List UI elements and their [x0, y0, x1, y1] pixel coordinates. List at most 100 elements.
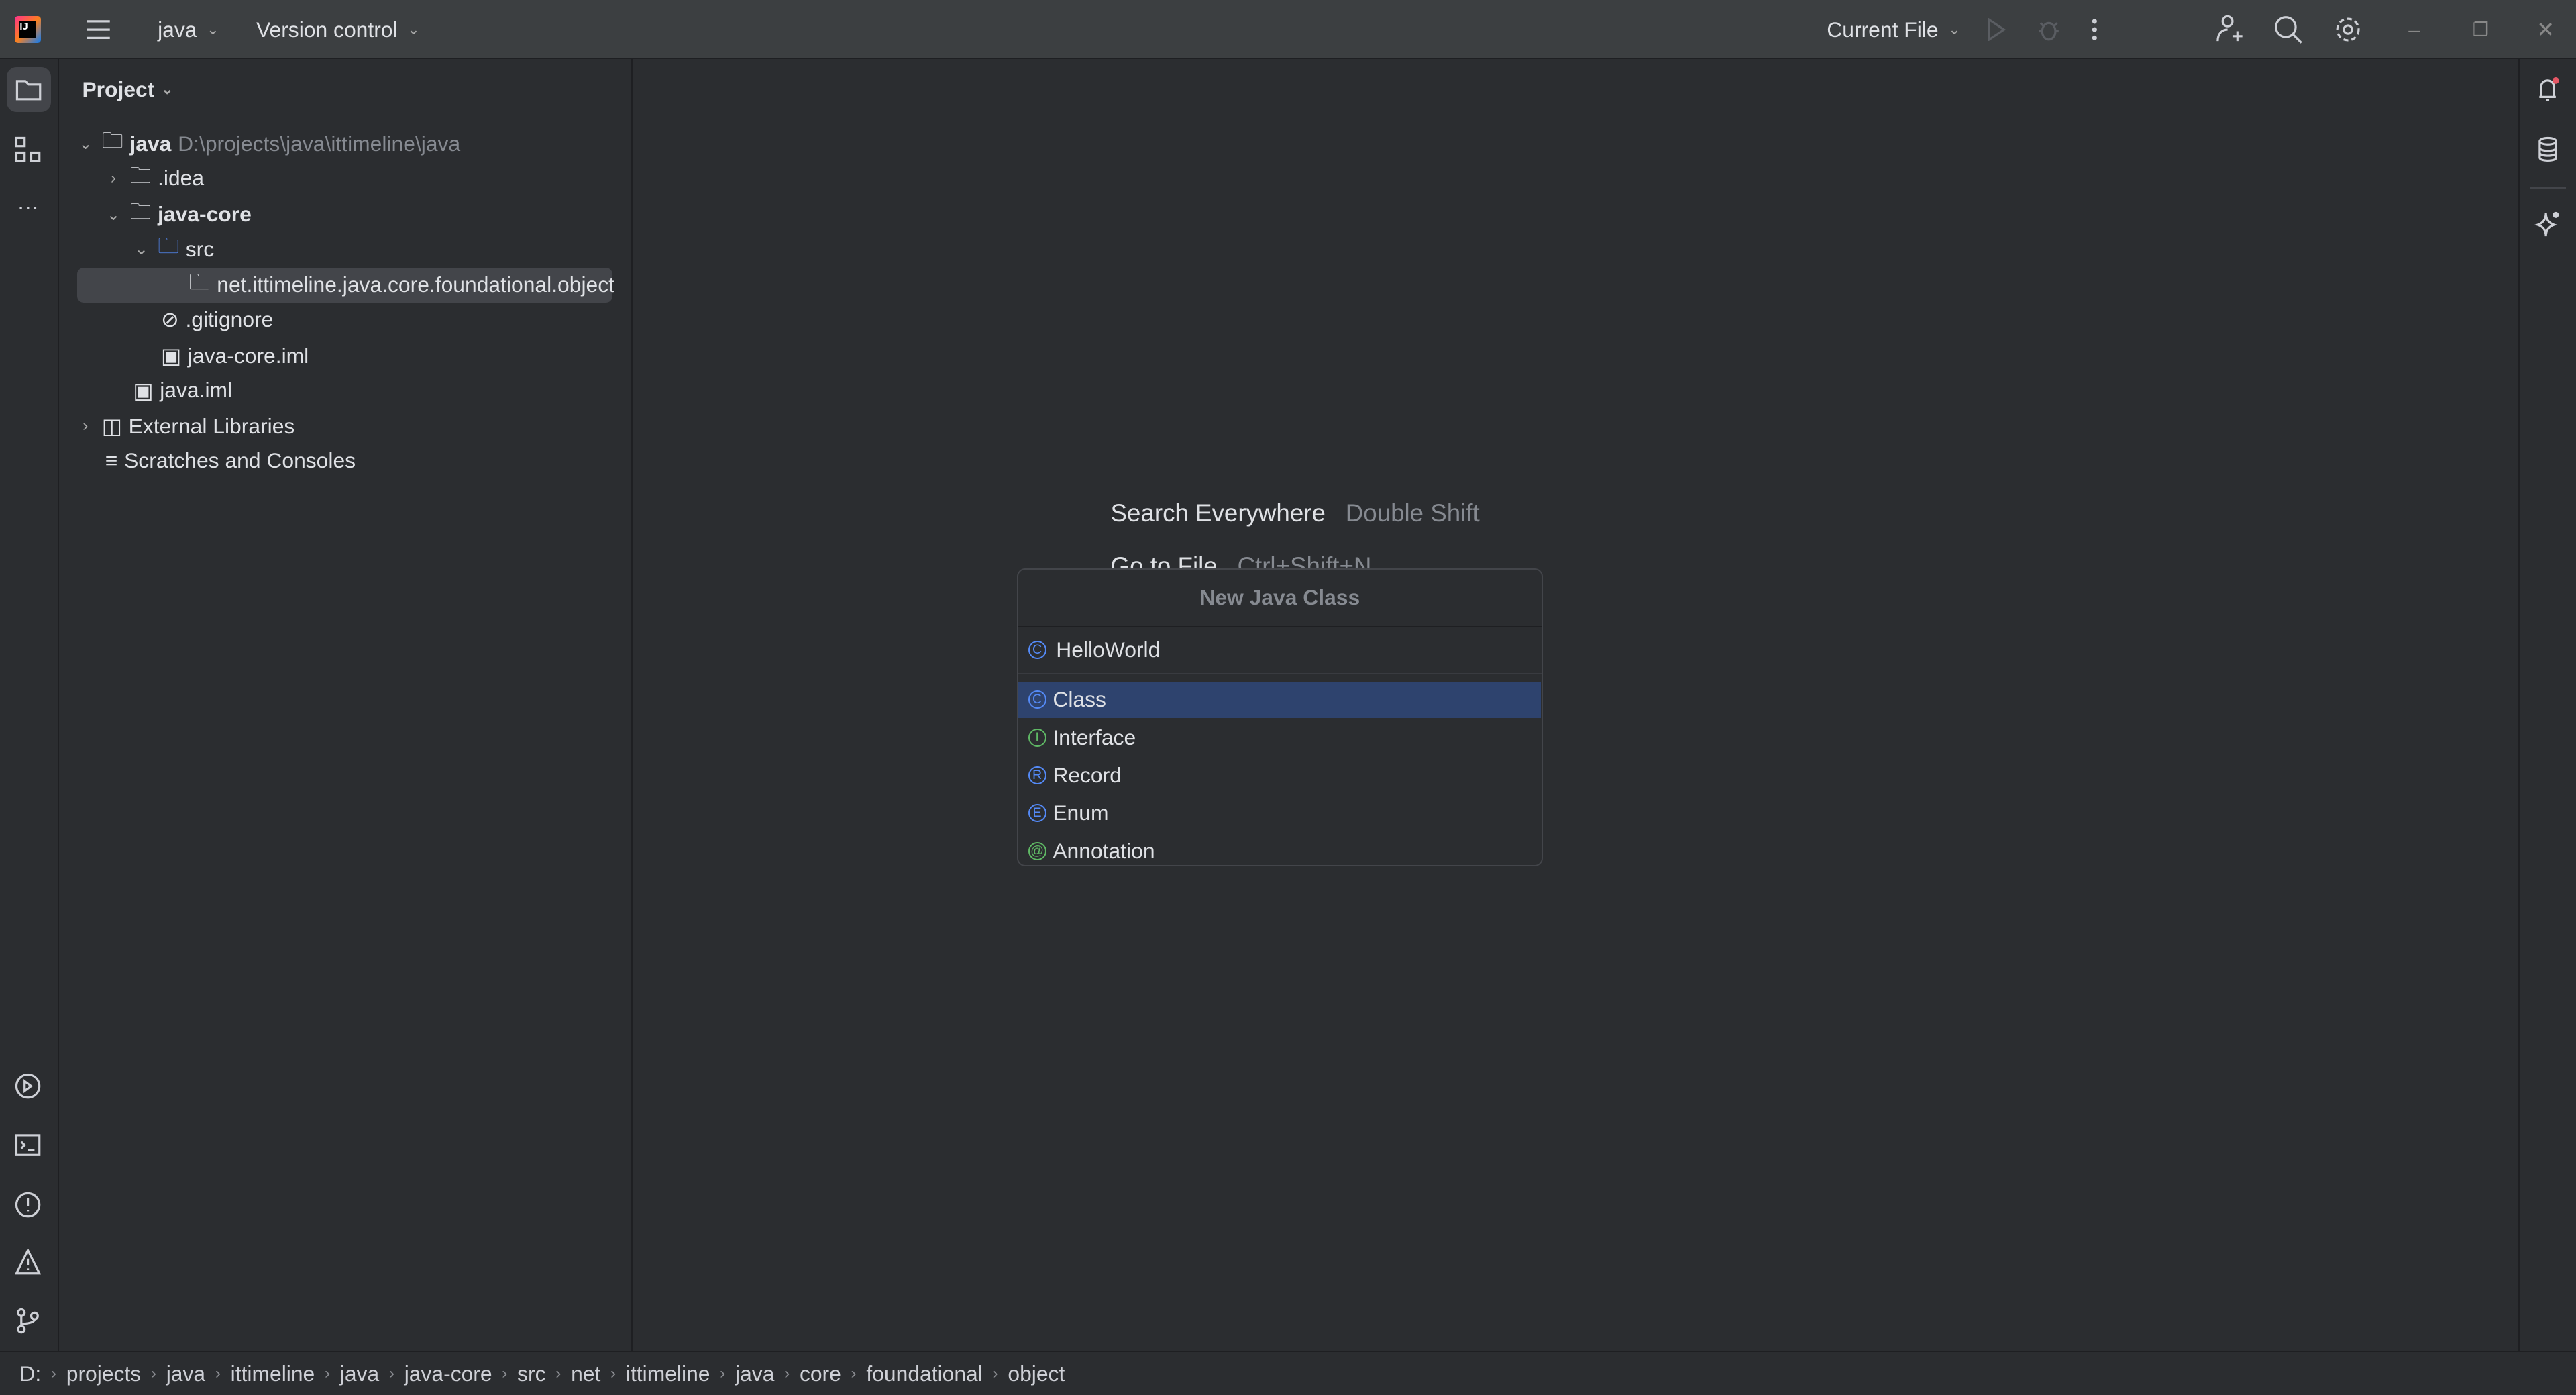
- package-icon: 🗀: [189, 269, 211, 294]
- ignored-file-icon: ⊘: [160, 307, 179, 332]
- project-selector[interactable]: java ⌄: [158, 0, 219, 59]
- tree-item-java-iml[interactable]: ▣ java.iml: [133, 373, 232, 407]
- scratches-icon: ≡: [105, 448, 118, 473]
- tree-label: Scratches and Consoles: [124, 448, 356, 473]
- more-actions-icon[interactable]: [2090, 0, 2100, 59]
- option-label: Enum: [1053, 800, 1109, 825]
- breadcrumb-item[interactable]: foundational: [866, 1361, 982, 1386]
- vcs-menu[interactable]: Version control ⌄: [256, 0, 420, 59]
- tree-item-java-core[interactable]: ⌄ 🗀 java-core: [103, 197, 252, 231]
- notifications-bell-icon[interactable]: [2531, 74, 2564, 107]
- run-icon[interactable]: [1984, 0, 2007, 59]
- kind-option-annotation[interactable]: @ Annotation: [1018, 833, 1541, 864]
- tree-label: External Libraries: [128, 413, 295, 438]
- project-tool-folder-icon[interactable]: [6, 67, 51, 112]
- chevron-right-icon: ›: [150, 1364, 157, 1383]
- tree-item-idea[interactable]: › 🗀 .idea: [103, 161, 204, 195]
- search-icon[interactable]: [2273, 0, 2303, 59]
- git-branch-icon[interactable]: [11, 1304, 44, 1337]
- chevron-down-icon: ⌄: [1948, 21, 1961, 38]
- breadcrumb-item[interactable]: D:: [19, 1361, 41, 1386]
- editor-area: Search Everywhere Double Shift Go to Fil…: [632, 59, 2519, 1351]
- module-folder-icon: 🗀: [129, 199, 152, 223]
- class-name-input[interactable]: C HelloWorld: [1018, 627, 1542, 675]
- tree-item-src[interactable]: ⌄ 🗀 src: [131, 231, 214, 266]
- iml-file-icon: ▣: [133, 378, 154, 403]
- app-logo[interactable]: IJ: [15, 0, 42, 59]
- title-bar: IJ java ⌄ Version control ⌄ Current File ⌄ …: [0, 0, 2576, 60]
- tree-label: java: [129, 131, 172, 156]
- breadcrumb-item[interactable]: java: [735, 1361, 774, 1386]
- tree-item-scratches[interactable]: ≡ Scratches and Consoles: [105, 444, 356, 478]
- breadcrumb-item[interactable]: object: [1008, 1361, 1065, 1386]
- chevron-right-icon: ›: [992, 1364, 998, 1383]
- collapsed-chevron-icon[interactable]: ›: [76, 417, 95, 435]
- chevron-right-icon: ›: [50, 1364, 57, 1383]
- services-icon[interactable]: [11, 1070, 44, 1102]
- structure-icon[interactable]: [11, 133, 44, 166]
- breadcrumb-item[interactable]: ittimeline: [626, 1361, 710, 1386]
- vcs-label: Version control: [256, 17, 398, 42]
- ai-assistant-icon[interactable]: [2531, 207, 2564, 240]
- breadcrumb-item[interactable]: projects: [66, 1361, 141, 1386]
- debug-icon[interactable]: [2037, 0, 2060, 59]
- kind-option-interface[interactable]: I Interface: [1018, 719, 1541, 756]
- chevron-right-icon: ›: [784, 1364, 790, 1383]
- breadcrumb-item[interactable]: core: [800, 1361, 841, 1386]
- hint-shortcut: Ctrl+Shift+N: [1237, 552, 1372, 569]
- breadcrumb-item[interactable]: net: [571, 1361, 600, 1386]
- main-menu-icon[interactable]: [85, 0, 111, 59]
- tree-item-java[interactable]: ⌄ 🗀 java D:\projects\java\ittimeline\java: [76, 127, 460, 161]
- tree-item-gitignore[interactable]: ⊘ .gitignore: [161, 303, 273, 337]
- tree-label: java.iml: [160, 378, 233, 403]
- run-config-selector[interactable]: Current File ⌄: [1827, 0, 1960, 59]
- chevron-down-icon: ⌄: [407, 21, 420, 38]
- right-tool-strip: [2518, 59, 2576, 1351]
- restore-button[interactable]: ❐: [2473, 0, 2489, 59]
- chevron-right-icon: ›: [388, 1364, 395, 1383]
- kind-option-class[interactable]: C Class: [1018, 681, 1541, 718]
- expanded-chevron-icon[interactable]: ⌄: [131, 239, 151, 259]
- warning-icon[interactable]: [11, 1245, 44, 1278]
- project-panel: Project ⌄ ⌄ 🗀 java D:\projects\java\ittimeli…: [59, 59, 633, 1351]
- status-bar-breadcrumb: D: › projects › java › ittimeline › java › java-co…: [0, 1351, 2576, 1395]
- class-kind-icon: C: [1028, 690, 1046, 709]
- tree-item-java-core-iml[interactable]: ▣ java-core.iml: [161, 338, 309, 372]
- record-kind-icon: R: [1028, 766, 1046, 784]
- add-user-icon[interactable]: [2214, 0, 2244, 59]
- source-folder-icon: 🗀: [158, 234, 179, 258]
- left-tool-strip: ⋯: [0, 59, 60, 1351]
- minimize-button[interactable]: –: [2408, 0, 2420, 59]
- tree-label: net.ittimeline.java.core.foundational.ob…: [217, 272, 614, 297]
- breadcrumb-item[interactable]: ittimeline: [231, 1361, 315, 1386]
- breadcrumb-item[interactable]: java-core: [405, 1361, 492, 1386]
- tree-label: .gitignore: [185, 307, 274, 331]
- module-folder-icon: 🗀: [101, 128, 123, 153]
- divider: [2530, 187, 2566, 189]
- database-icon[interactable]: [2531, 133, 2564, 166]
- tree-item-package[interactable]: 🗀 net.ittimeline.java.core.foundational.o…: [77, 268, 614, 303]
- tree-item-external-libraries[interactable]: › ◫ External Libraries: [76, 409, 295, 444]
- option-label: Interface: [1053, 725, 1136, 750]
- input-value: HelloWorld: [1056, 637, 1161, 662]
- hint-shortcut: Double Shift: [1345, 499, 1480, 527]
- more-tools-icon[interactable]: ⋯: [11, 191, 44, 223]
- breadcrumb-item[interactable]: java: [166, 1361, 205, 1386]
- collapsed-chevron-icon[interactable]: ›: [103, 169, 123, 188]
- tree-label: java-core: [158, 202, 252, 227]
- folder-icon: 🗀: [129, 162, 152, 187]
- kind-option-record[interactable]: R Record: [1018, 758, 1541, 794]
- close-button[interactable]: ✕: [2536, 0, 2555, 59]
- terminal-icon[interactable]: [11, 1129, 44, 1161]
- kind-option-enum[interactable]: E Enum: [1018, 795, 1541, 831]
- problems-icon[interactable]: [11, 1188, 44, 1221]
- chevron-down-icon: ⌄: [207, 21, 219, 38]
- expanded-chevron-icon[interactable]: ⌄: [76, 134, 95, 154]
- breadcrumb-item[interactable]: java: [340, 1361, 379, 1386]
- breadcrumb-item[interactable]: src: [517, 1361, 545, 1386]
- project-view-selector[interactable]: Project ⌄: [82, 72, 173, 107]
- expanded-chevron-icon[interactable]: ⌄: [103, 205, 123, 225]
- settings-gear-icon[interactable]: [2333, 0, 2363, 59]
- chevron-right-icon: ›: [610, 1364, 616, 1383]
- go-to-file-hint: Go to File Ctrl+Shift+N: [1111, 552, 1372, 568]
